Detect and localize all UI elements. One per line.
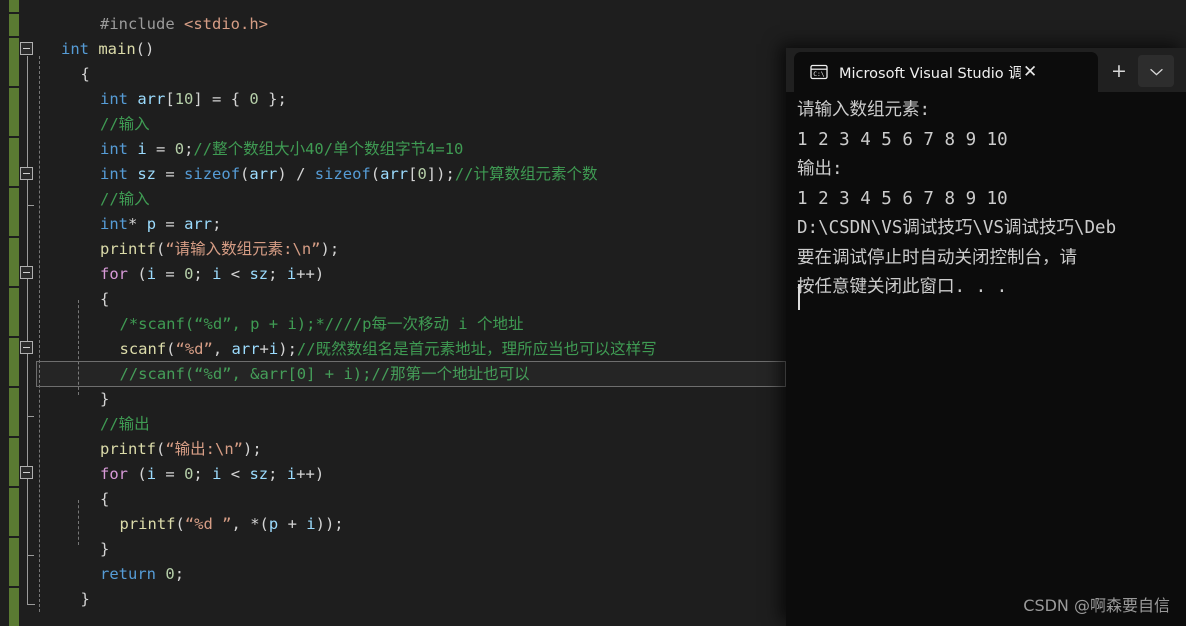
current-line-highlight	[36, 361, 786, 387]
console-line: 1 2 3 4 5 6 7 8 9 10	[797, 188, 1008, 209]
error-squiggle	[116, 356, 296, 361]
console-tab-title: Microsoft Visual Studio 调试控	[839, 65, 1021, 82]
indent-guide	[39, 56, 40, 612]
code-line[interactable]: printf(“请输入数组元素:\n”);	[100, 237, 339, 262]
code-line[interactable]: //输入	[100, 187, 150, 212]
code-line[interactable]: int main()	[61, 37, 154, 62]
console-text-caret	[798, 284, 800, 310]
screenshot-root: #include <stdio.h> int main(){int arr[10]…	[0, 0, 1186, 626]
code-line[interactable]: for (i = 0; i < sz; i++)	[100, 462, 324, 487]
close-icon[interactable]: ✕	[1023, 63, 1037, 81]
indent-guide	[78, 500, 79, 545]
svg-text:C:\: C:\	[813, 71, 825, 78]
console-tab[interactable]: C:\ Microsoft Visual Studio 调试控 ✕	[794, 52, 1098, 92]
code-line[interactable]: int* p = arr;	[100, 212, 221, 237]
code-line[interactable]: //输入	[100, 112, 150, 137]
code-editor[interactable]: #include <stdio.h> int main(){int arr[10]…	[0, 0, 786, 626]
console-window[interactable]: C:\ Microsoft Visual Studio 调试控 ✕ + 请输入数…	[786, 48, 1186, 626]
csdn-watermark: CSDN @啊森要自信	[1023, 596, 1170, 615]
chevron-down-icon[interactable]	[1138, 55, 1174, 87]
code-line[interactable]: {	[100, 487, 109, 512]
code-line[interactable]: }	[81, 587, 90, 612]
code-line[interactable]: printf(“%d ”, *(p + i));	[120, 512, 344, 537]
code-line[interactable]: }	[100, 387, 109, 412]
console-line: 要在调试停止时自动关闭控制台，请	[797, 247, 1077, 268]
code-line[interactable]: int i = 0;//整个数组大小40/单个数组字节4=10	[100, 137, 463, 162]
code-line[interactable]: #include <stdio.h>	[100, 12, 268, 37]
console-titlebar[interactable]: C:\ Microsoft Visual Studio 调试控 ✕ +	[786, 48, 1186, 92]
console-line: 1 2 3 4 5 6 7 8 9 10	[797, 129, 1008, 150]
code-line[interactable]: /*scanf(“%d”, p + i);*////p每一次移动 i 个地址	[120, 312, 524, 337]
code-line[interactable]: int arr[10] = { 0 };	[100, 87, 287, 112]
code-line[interactable]: {	[81, 62, 90, 87]
code-lines-container[interactable]: #include <stdio.h> int main(){int arr[10]…	[19, 0, 786, 626]
code-line[interactable]: int sz = sizeof(arr) / sizeof(arr[0]);//…	[100, 162, 598, 187]
new-tab-button[interactable]: +	[1106, 59, 1132, 85]
console-line: D:\CSDN\VS调试技巧\VS调试技巧\Deb	[797, 218, 1117, 238]
console-line: 按任意键关闭此窗口. . .	[797, 277, 1008, 297]
console-icon: C:\	[810, 63, 828, 81]
code-line[interactable]: {	[100, 287, 109, 312]
console-output[interactable]: 请输入数组元素: 1 2 3 4 5 6 7 8 9 10 输出: 1 2 3 4 5…	[786, 92, 1186, 626]
code-line[interactable]: return 0;	[100, 562, 184, 587]
code-line[interactable]: printf(“输出:\n”);	[100, 437, 262, 462]
code-line[interactable]: for (i = 0; i < sz; i++)	[100, 262, 324, 287]
console-line: 输出:	[797, 159, 843, 179]
code-line[interactable]: }	[100, 537, 109, 562]
console-line: 请输入数组元素:	[797, 100, 931, 120]
code-line[interactable]: //输出	[100, 412, 150, 437]
change-indicator-bar	[9, 0, 19, 626]
